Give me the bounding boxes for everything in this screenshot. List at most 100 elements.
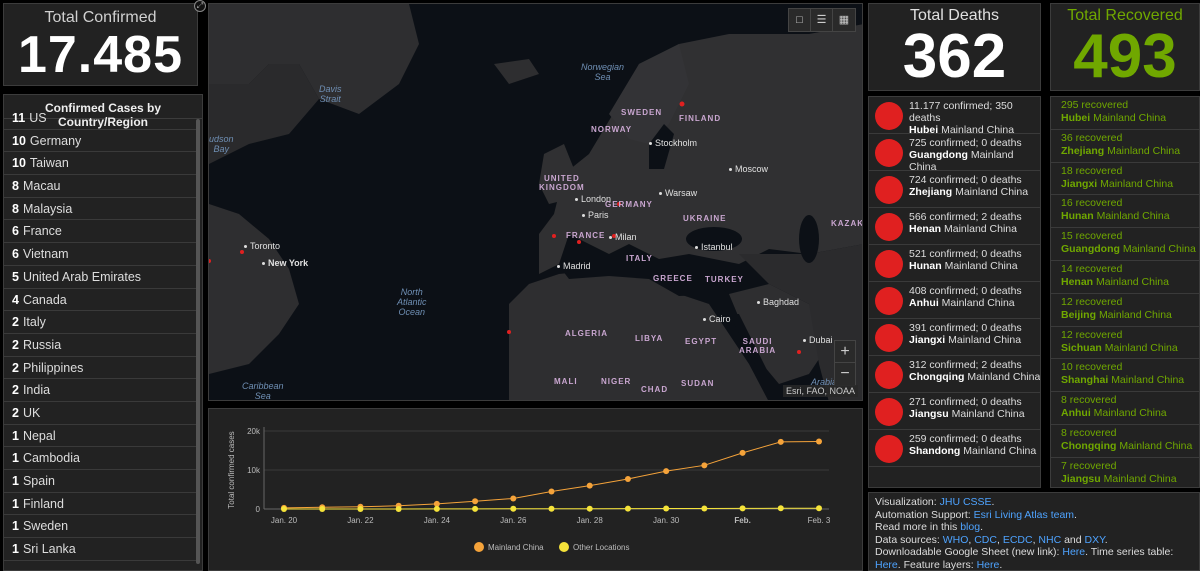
google-sheet-link[interactable]: Here [1062,546,1085,558]
recovered-list-item[interactable]: 10 recovered Shanghai Mainland China [1051,359,1199,393]
recovered-list-item[interactable]: 8 recovered Anhui Mainland China [1051,392,1199,425]
map-city-madrid: Madrid [557,261,591,271]
recovered-list-item[interactable]: 12 recovered Beijing Mainland China [1051,294,1199,327]
deaths-list-item[interactable]: 566 confirmed; 2 deaths Henan Mainland Ch… [869,208,1040,245]
deaths-region: Henan [909,223,942,235]
deaths-list-item[interactable]: 271 confirmed; 0 deaths Jiangsu Mainland … [869,393,1040,430]
recovered-list-item[interactable]: 295 recovered Hubei Mainland China [1051,97,1199,130]
deaths-list-item[interactable]: 259 confirmed; 0 deaths Shandong Mainland… [869,430,1040,467]
chart-point [510,495,517,502]
deaths-list-item[interactable]: 11.177 confirmed; 350 deaths Hubei Mainla… [869,97,1040,136]
recovered-list[interactable]: 295 recovered Hubei Mainland China 36 reco… [1051,97,1199,487]
death-marker-icon [875,287,903,315]
zoom-in-button[interactable]: + [835,341,855,363]
esri-living-atlas-link[interactable]: Esri Living Atlas team [974,509,1074,521]
deaths-list-item[interactable]: 312 confirmed; 2 deaths Chongqing Mainlan… [869,356,1040,393]
country-list-item[interactable]: 11 US [4,107,196,130]
country-list-item[interactable]: 1 Sweden [4,515,196,539]
legend-list-icon[interactable]: ☰ [811,9,833,31]
chart-series-line [283,441,820,509]
country-name: Germany [29,133,82,148]
info-panel: Visualization: JHU CSSE. Automation Supp… [868,492,1200,571]
country-list-item[interactable]: 10 Taiwan [4,152,196,176]
country-name: Sri Lanka [22,542,76,557]
dxy-link[interactable]: DXY [1085,534,1105,546]
total-confirmed-value: 17.485 [17,26,184,84]
recovered-region: Shanghai [1061,374,1109,387]
ecdc-link[interactable]: ECDC [1003,534,1033,546]
country-list-item[interactable]: 1 Sri Lanka [4,538,196,561]
chart-point [433,505,440,512]
deaths-stats: 11.177 confirmed; 350 deaths [909,100,1013,124]
deaths-region: Zhejiang [909,186,953,198]
recovered-list-item[interactable]: 15 recovered Guangdong Mainland China [1051,228,1199,261]
qr-code-icon[interactable]: ▦ [833,9,855,31]
country-list-item[interactable]: 2 Philippines [4,357,196,380]
zoom-out-button[interactable]: − [835,363,855,385]
deaths-stats: 408 confirmed; 0 deaths [909,285,1022,297]
recovered-list-item[interactable]: 7 recovered Jiangsu Mainland China [1051,458,1199,487]
country-list-item[interactable]: 8 Macau [4,175,196,198]
recovered-region: Guangdong [1061,243,1120,256]
country-list-item[interactable]: 5 United Arab Emirates [4,266,196,289]
recovered-stats: 18 recovered [1061,164,1123,177]
feature-layers-link[interactable]: Here [977,559,1000,571]
bookmark-icon[interactable]: □ [789,9,811,31]
country-list-item[interactable]: 8 Malaysia [4,198,196,221]
country-list-item[interactable]: 4 Canada [4,289,196,312]
cdc-link[interactable]: CDC [974,534,997,546]
country-list-item[interactable]: 2 Italy [4,311,196,334]
map-label-finland: FINLAND [679,114,722,123]
country-list-item[interactable]: 1 Nepal [4,425,196,448]
recovered-list-item[interactable]: 14 recovered Henan Mainland China [1051,261,1199,294]
recovered-list-item[interactable]: 16 recovered Hunan Mainland China [1051,195,1199,229]
country-list[interactable]: 11 US 10 Germany 10 Taiwan 8 Macau 8 Malaysia 6 Fra… [4,107,196,561]
map-view[interactable]: Davis Strait udson Bay Norwegian Sea North A… [208,3,863,401]
map-toolbar: □ ☰ ▦ [788,8,856,32]
country-list-item[interactable]: 6 France [4,220,196,244]
blog-link[interactable]: blog [960,521,980,533]
chart-point [510,505,517,512]
death-marker-icon [875,324,903,352]
country-count: 2 [12,383,19,398]
map-label-kazak: KAZAK [831,219,863,228]
map-label-hudson-bay: udson Bay [209,134,234,154]
expand-icon[interactable]: ⤢ [194,0,206,12]
time-series-link[interactable]: Here [875,559,898,571]
country-list-item[interactable]: 2 India [4,379,196,402]
country-list-scrollbar[interactable] [196,119,200,564]
chart-point [816,438,822,445]
map-attribution: Esri, FAO, NOAA [782,385,858,397]
country-list-item[interactable]: 1 Cambodia [4,447,196,470]
chart-point [319,505,326,512]
who-link[interactable]: WHO [943,534,969,546]
jhu-csse-link[interactable]: JHU CSSE [940,496,992,508]
nhc-link[interactable]: NHC [1038,534,1061,546]
country-list-item[interactable]: 2 UK [4,402,196,425]
country-list-item[interactable]: 1 Spain [4,470,196,493]
country-list-item[interactable]: 1 Finland [4,493,196,516]
country-name: Vietnam [22,247,69,262]
recovered-list-item[interactable]: 8 recovered Chongqing Mainland China [1051,425,1199,458]
deaths-list-item[interactable]: 724 confirmed; 0 deaths Zhejiang Mainland… [869,171,1040,208]
recovered-country: Mainland China [1119,439,1193,452]
country-list-item[interactable]: 2 Russia [4,334,196,357]
recovered-list-item[interactable]: 18 recovered Jiangxi Mainland China [1051,163,1199,196]
recovered-region: Zhejiang [1061,144,1105,157]
recovered-list-item[interactable]: 36 recovered Zhejiang Mainland China [1051,130,1199,163]
country-count: 1 [12,428,19,443]
map-city-milan: Milan [609,232,637,242]
recovered-stats: 15 recovered [1061,230,1123,243]
deaths-list-item[interactable]: 408 confirmed; 0 deaths Anhui Mainland Ch… [869,282,1040,319]
recovered-region: Chongqing [1061,439,1117,452]
deaths-list-item[interactable]: 725 confirmed; 0 deaths Guangdong Mainlan… [869,134,1040,173]
recovered-list-item[interactable]: 12 recovered Sichuan Mainland China [1051,327,1199,360]
country-list-item[interactable]: 6 Vietnam [4,243,196,266]
recovered-stats: 12 recovered [1061,295,1123,308]
deaths-list[interactable]: 11.177 confirmed; 350 deaths Hubei Mainla… [869,97,1040,467]
chart-y-axis-label: Total confirmed cases [227,431,236,508]
country-list-item[interactable]: 10 Germany [4,130,196,153]
deaths-list-item[interactable]: 391 confirmed; 0 deaths Jiangxi Mainland … [869,319,1040,356]
deaths-country: Mainland China [963,445,1037,457]
deaths-list-item[interactable]: 521 confirmed; 0 deaths Hunan Mainland Ch… [869,245,1040,282]
